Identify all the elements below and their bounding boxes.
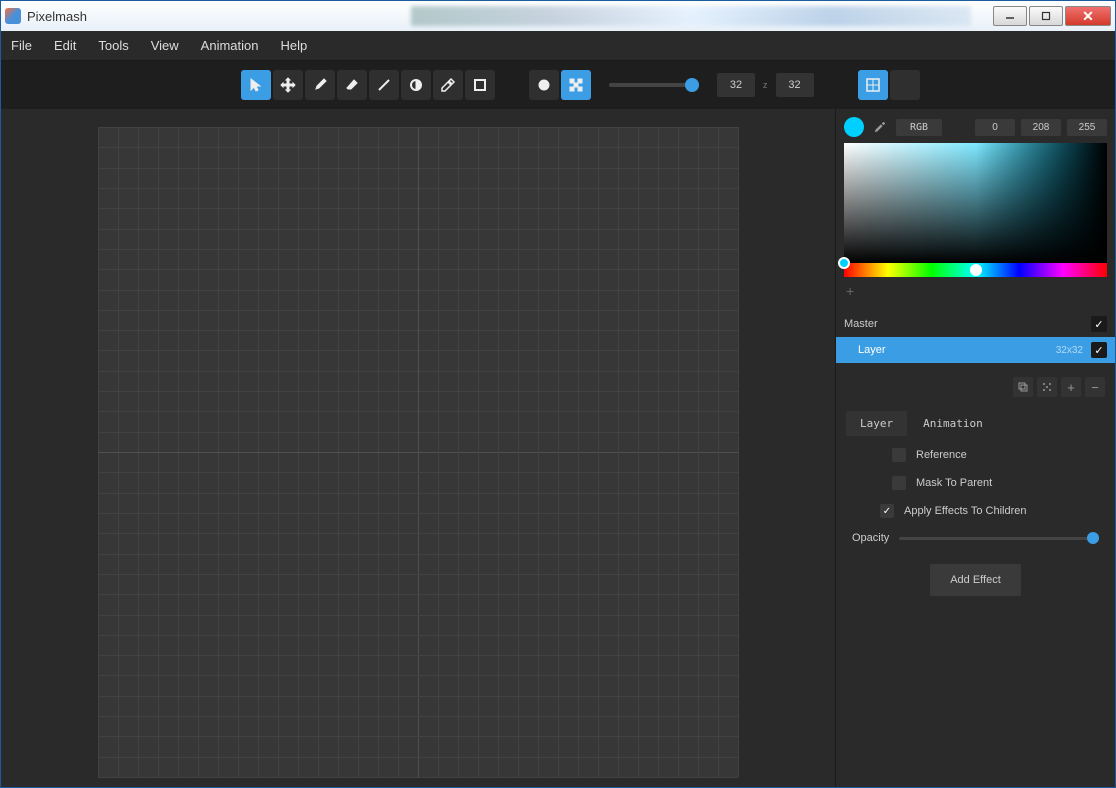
- color-r-input[interactable]: 0: [975, 119, 1015, 136]
- hue-slider[interactable]: [844, 263, 1107, 277]
- titlebar-background-blur: [411, 6, 971, 26]
- select-tool[interactable]: [241, 70, 271, 100]
- mask-label: Mask To Parent: [916, 477, 992, 489]
- layer-move-button[interactable]: [1037, 377, 1057, 397]
- reference-checkbox[interactable]: [892, 448, 906, 462]
- move-tool[interactable]: [273, 70, 303, 100]
- color-g-input[interactable]: 208: [1021, 119, 1061, 136]
- opacity-label: Opacity: [852, 532, 889, 544]
- color-b-input[interactable]: 255: [1067, 119, 1107, 136]
- menu-tools[interactable]: Tools: [98, 38, 128, 53]
- side-panel: RGB 0 208 255 + Master ✓ Layer 32x32: [835, 109, 1115, 787]
- bucket-tool[interactable]: [401, 70, 431, 100]
- slider-knob[interactable]: [685, 78, 699, 92]
- picker-tool[interactable]: [433, 70, 463, 100]
- canvas-width-input[interactable]: 32: [717, 73, 755, 97]
- hue-knob[interactable]: [970, 264, 982, 276]
- menu-view[interactable]: View: [151, 38, 179, 53]
- eraser-tool[interactable]: [337, 70, 367, 100]
- canvas[interactable]: [98, 127, 738, 777]
- layer-add-button[interactable]: +: [1061, 377, 1081, 397]
- app-window: Pixelmash ✕ File Edit Tools View Animati…: [0, 0, 1116, 788]
- eyedropper-icon[interactable]: [870, 117, 890, 137]
- toolbar: 32 z 32: [1, 61, 1115, 109]
- close-button[interactable]: ✕: [1065, 6, 1111, 26]
- layer-properties: Reference Mask To Parent Apply Effects T…: [836, 436, 1115, 608]
- color-swatch[interactable]: [844, 117, 864, 137]
- sv-cursor[interactable]: [838, 257, 850, 269]
- apply-effects-checkbox[interactable]: [880, 504, 894, 518]
- menu-edit[interactable]: Edit: [54, 38, 76, 53]
- layer-tree: Master ✓ Layer 32x32 ✓: [836, 311, 1115, 363]
- menu-animation[interactable]: Animation: [201, 38, 259, 53]
- minimize-button[interactable]: [993, 6, 1027, 26]
- grid-toggle-button[interactable]: [858, 70, 888, 100]
- add-swatch-button[interactable]: +: [836, 277, 1115, 305]
- tab-animation[interactable]: Animation: [909, 411, 997, 436]
- dimension-separator: z: [763, 80, 768, 90]
- reference-label: Reference: [916, 449, 967, 461]
- mask-checkbox[interactable]: [892, 476, 906, 490]
- titlebar[interactable]: Pixelmash ✕: [1, 1, 1115, 31]
- brush-tool[interactable]: [305, 70, 335, 100]
- opacity-knob[interactable]: [1087, 532, 1099, 544]
- rect-tool[interactable]: [465, 70, 495, 100]
- layer-visible-checkbox[interactable]: ✓: [1091, 342, 1107, 358]
- layer-master-row[interactable]: Master ✓: [836, 311, 1115, 337]
- layer-duplicate-button[interactable]: [1013, 377, 1033, 397]
- menu-file[interactable]: File: [11, 38, 32, 53]
- shape-pixel-button[interactable]: [561, 70, 591, 100]
- window-title: Pixelmash: [27, 9, 87, 24]
- canvas-area[interactable]: [1, 109, 835, 787]
- line-tool[interactable]: [369, 70, 399, 100]
- grid-options-button[interactable]: [890, 70, 920, 100]
- menu-help[interactable]: Help: [280, 38, 307, 53]
- maximize-button[interactable]: [1029, 6, 1063, 26]
- canvas-height-input[interactable]: 32: [776, 73, 814, 97]
- layer-dimensions: 32x32: [1056, 345, 1083, 356]
- opacity-slider[interactable]: [899, 537, 1099, 540]
- saturation-value-picker[interactable]: [844, 143, 1107, 263]
- layer-row[interactable]: Layer 32x32 ✓: [836, 337, 1115, 363]
- shape-circle-button[interactable]: [529, 70, 559, 100]
- menubar: File Edit Tools View Animation Help: [1, 31, 1115, 61]
- add-effect-button[interactable]: Add Effect: [930, 564, 1021, 596]
- apply-effects-label: Apply Effects To Children: [904, 505, 1027, 517]
- app-icon: [5, 8, 21, 24]
- layer-label: Layer: [858, 344, 1048, 356]
- size-slider[interactable]: [609, 83, 699, 87]
- layer-master-label: Master: [844, 318, 1083, 330]
- color-mode-button[interactable]: RGB: [896, 119, 942, 136]
- tab-layer[interactable]: Layer: [846, 411, 907, 436]
- layer-remove-button[interactable]: −: [1085, 377, 1105, 397]
- layer-master-visible-checkbox[interactable]: ✓: [1091, 316, 1107, 332]
